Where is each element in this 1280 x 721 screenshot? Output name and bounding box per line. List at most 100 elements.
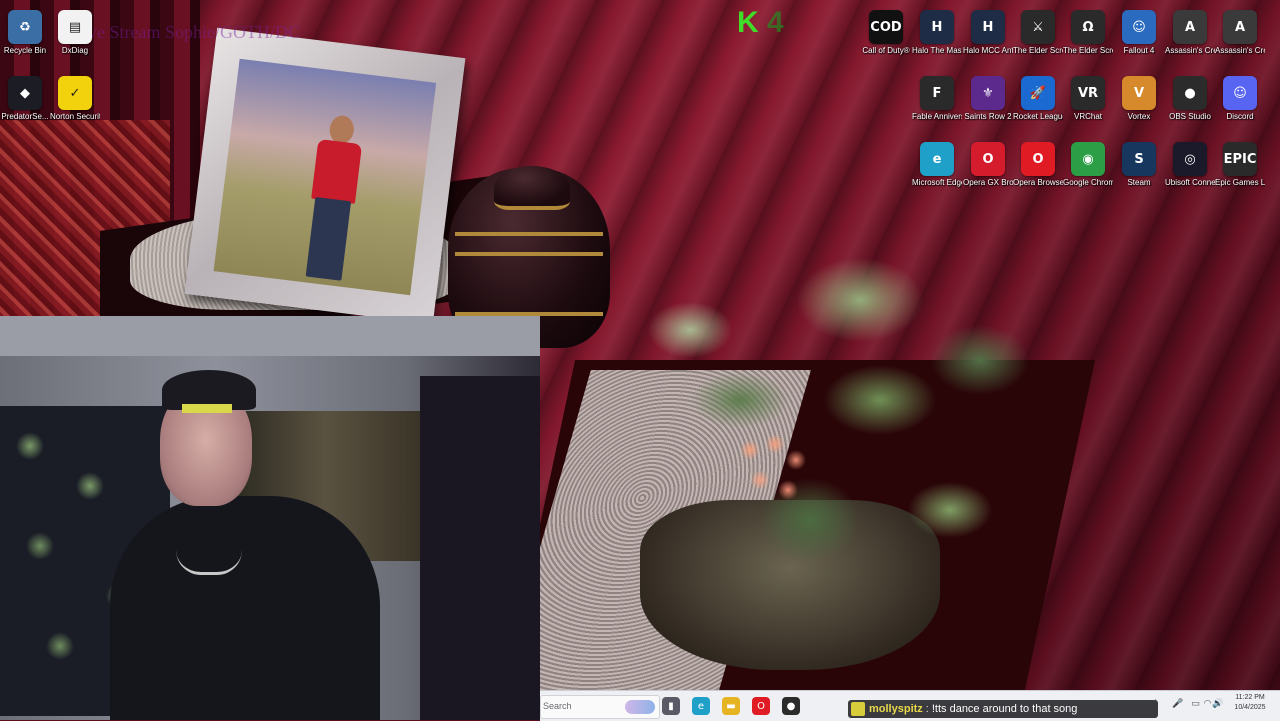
urn-band <box>455 232 603 236</box>
network-icon[interactable]: ▭ <box>1190 699 1201 710</box>
chat-message: !tts dance around to that song <box>931 703 1078 715</box>
desktop-icon[interactable]: VR VRChat <box>1063 72 1113 136</box>
desktop-icon-label: Fable Anniversary <box>912 112 962 121</box>
desktop-icon-label: Ubisoft Connect <box>1165 178 1215 187</box>
desktop-icon-label: Call of Duty® <box>862 46 910 55</box>
chat-avatar <box>851 702 865 716</box>
urn-band <box>455 252 603 256</box>
webcam-ceiling <box>0 316 540 356</box>
desktop-icon[interactable]: V Vortex <box>1114 72 1164 136</box>
desktop-icon-label: Opera GX Browser <box>963 178 1013 187</box>
webcam-doorway <box>420 376 540 720</box>
desktop-icon[interactable]: ⚜ Saints Row 2 <box>963 72 1013 136</box>
desktop-icon-label: The Elder Scrolls ... <box>1013 46 1063 55</box>
file-explorer-icon[interactable]: ▬ <box>722 697 740 715</box>
desktop-icon[interactable]: ▤ DxDiag <box>50 6 100 70</box>
wallpaper-flowers <box>730 430 820 510</box>
opera-icon: O <box>1021 142 1055 176</box>
desktop-icon[interactable]: O Opera Browser <box>1013 138 1063 202</box>
stream-logo-letter: K <box>737 6 759 39</box>
desktop-icon-label: Microsoft Edge <box>912 178 962 187</box>
desktop-icon-label: Rocket League® <box>1013 112 1063 121</box>
stream-overlay-text: Live Stream Sophie/GOTH/DC <box>72 22 300 42</box>
fallout-icon: ☺ <box>1122 10 1156 44</box>
search-placeholder: Search <box>543 701 572 711</box>
desktop-icon[interactable]: Ω The Elder Scrolls IV ... <box>1063 6 1113 70</box>
desktop-icon[interactable]: EPIC Epic Games Launcher <box>1215 138 1265 202</box>
desktop-icon[interactable]: e Microsoft Edge <box>912 138 962 202</box>
webcam-person-body <box>110 496 380 720</box>
chat-message-overlay: mollyspitz : !tts dance around to that s… <box>848 700 1158 718</box>
desktop-icon-label: Opera Browser <box>1013 178 1063 187</box>
task-view-icon[interactable]: ▮ <box>662 697 680 715</box>
halo-mcc-icon: H <box>920 10 954 44</box>
desktop-icon-label: Google Chrome <box>1063 178 1113 187</box>
desktop-icon-label: Steam <box>1127 178 1151 187</box>
desktop-icon[interactable]: F Fable Anniversary <box>912 72 962 136</box>
vrchat-icon: VR <box>1071 76 1105 110</box>
taskbar-clock[interactable]: 11:22 PM 10/4/2025 <box>1222 693 1278 713</box>
desktop-icon-label: OBS Studio <box>1169 112 1211 121</box>
photo-person-shirt <box>311 138 363 204</box>
desktop-icon-label: Epic Games Launcher <box>1215 178 1265 187</box>
norton-icon: ✓ <box>58 76 92 110</box>
oblivion-icon: Ω <box>1071 10 1105 44</box>
stream-logo: K 4 <box>737 6 793 40</box>
taskbar-search-box[interactable]: Search <box>540 695 660 719</box>
desktop-icon[interactable]: 🚀 Rocket League® <box>1013 72 1063 136</box>
stream-logo-letter-2: 4 <box>767 6 784 39</box>
desktop-icon-label: VRChat <box>1073 112 1102 121</box>
assassins-creed-icon: A <box>1173 10 1207 44</box>
opera-gx-icon: O <box>971 142 1005 176</box>
desktop-icon-label: Recycle Bin <box>3 46 47 55</box>
clock-time: 11:22 PM <box>1235 694 1265 701</box>
desktop-icon[interactable]: ⚔ The Elder Scrolls ... <box>1013 6 1063 70</box>
wallpaper-photo-frame <box>184 27 466 325</box>
desktop-icon-label: Fallout 4 <box>1123 46 1155 55</box>
desktop-icon-label: The Elder Scrolls IV ... <box>1063 46 1113 55</box>
recycle-bin-icon: ♻ <box>8 10 42 44</box>
desktop-icon[interactable]: ☺ Fallout 4 <box>1114 6 1164 70</box>
steam-icon: S <box>1122 142 1156 176</box>
desktop-icon-label: Discord <box>1226 112 1254 121</box>
rocket-league-icon: 🚀 <box>1021 76 1055 110</box>
chevron-up-icon[interactable]: ⌃ <box>1150 699 1161 710</box>
search-highlight-icon <box>625 700 655 714</box>
desktop-icon[interactable]: O Opera GX Browser <box>963 138 1013 202</box>
desktop-icon[interactable]: ☺ Discord <box>1215 72 1265 136</box>
predator-sense-icon: ◆ <box>8 76 42 110</box>
desktop-icon[interactable]: S Steam <box>1114 138 1164 202</box>
chrome-icon: ◉ <box>1071 142 1105 176</box>
webcam-cap-band <box>182 404 232 413</box>
wallpaper-urn-lid <box>494 166 570 210</box>
halo-anticheat-icon: H <box>971 10 1005 44</box>
edge-icon[interactable]: e <box>692 697 710 715</box>
desktop-icon[interactable]: ◉ Google Chrome <box>1063 138 1113 202</box>
desktop-icon[interactable]: ✓ Norton Security Ultra <box>50 72 100 136</box>
desktop-icon[interactable]: COD Call of Duty® <box>861 6 911 70</box>
desktop-icon[interactable]: A Assassin's Creed O... <box>1165 6 1215 70</box>
assassins-creed-mirage-icon: A <box>1223 10 1257 44</box>
ubisoft-icon: ◎ <box>1173 142 1207 176</box>
chat-separator: : <box>925 703 929 715</box>
desktop-icon[interactable]: ● OBS Studio <box>1165 72 1215 136</box>
mic-icon[interactable]: 🎤 <box>1172 699 1183 710</box>
opera-icon[interactable]: O <box>752 697 770 715</box>
desktop-icon[interactable]: ♻ Recycle Bin <box>0 6 50 70</box>
desktop-icon[interactable]: H Halo MCC Anti-Che... <box>963 6 1013 70</box>
desktop-icon-label: Vortex <box>1127 112 1151 121</box>
elder-scrolls-icon: ⚔ <box>1021 10 1055 44</box>
desktop-icon[interactable]: ◆ PredatorSe... <box>0 72 50 136</box>
desktop-icon-label: DxDiag <box>61 46 89 55</box>
wallpaper-plant <box>620 240 1070 640</box>
obs-studio-icon[interactable]: ● <box>782 697 800 715</box>
desktop-icon[interactable]: H Halo The Master Chi... <box>912 6 962 70</box>
desktop-icon-label: PredatorSe... <box>1 112 49 121</box>
desktop-icon-label: Halo MCC Anti-Che... <box>963 46 1013 55</box>
call-of-duty-icon: COD <box>869 10 903 44</box>
document-icon: ▤ <box>58 10 92 44</box>
desktop-icon[interactable]: A Assassin's Creed Mirage <box>1215 6 1265 70</box>
desktop-icon-label: Norton Security Ultra <box>50 112 100 121</box>
desktop-icon[interactable]: ◎ Ubisoft Connect <box>1165 138 1215 202</box>
photo-person-legs <box>305 196 352 281</box>
